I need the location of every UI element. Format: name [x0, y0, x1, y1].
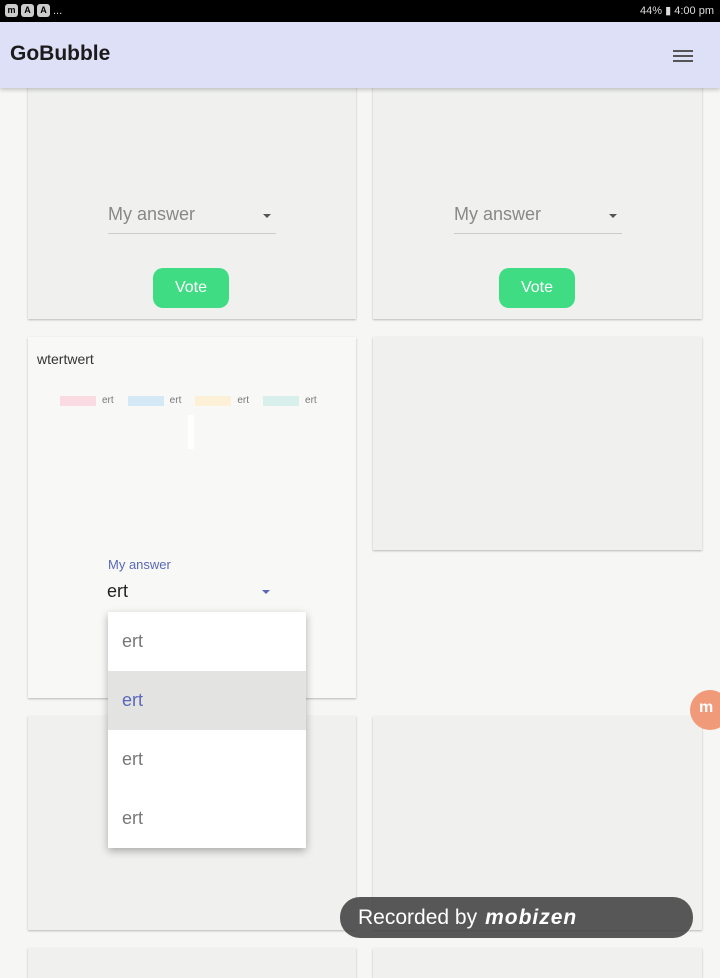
poll-title: wtertwert	[37, 351, 94, 367]
legend-swatch	[195, 395, 232, 406]
legend-label: ert	[305, 395, 317, 406]
app-title: GoBubble	[10, 42, 111, 65]
legend-label: ert	[102, 395, 114, 406]
caret-down-icon	[609, 214, 617, 218]
dropdown-option[interactable]: ert	[108, 671, 306, 730]
poll-card: My answer Vote	[373, 70, 702, 319]
mobizen-logo: mobizen	[485, 906, 578, 929]
answer-select[interactable]: My answer	[454, 200, 622, 234]
app-icon: A	[21, 4, 34, 17]
recording-watermark: Recorded by mobizen	[340, 897, 693, 938]
caret-down-icon	[263, 214, 271, 218]
chart-legend: ert ert ert ert	[60, 395, 317, 406]
dropdown-option[interactable]: ert	[108, 730, 306, 789]
vote-button[interactable]: Vote	[153, 268, 229, 308]
status-bar: m A A... 44% ▮ 4:00 pm	[0, 0, 720, 22]
poll-card	[373, 948, 702, 978]
legend-label: ert	[237, 395, 250, 406]
poll-card: My answer Vote	[28, 70, 356, 319]
watermark-text: Recorded by	[358, 906, 478, 929]
hamburger-icon[interactable]	[673, 47, 693, 63]
chart-area	[188, 415, 194, 449]
legend-swatch	[60, 395, 96, 406]
dropdown-option[interactable]: ert	[108, 612, 306, 671]
vote-button[interactable]: Vote	[499, 268, 575, 308]
caret-down-icon	[262, 590, 270, 594]
answer-label: My answer	[108, 557, 171, 572]
legend-swatch	[127, 395, 164, 406]
answer-dropdown-menu: ert ert ert ert	[108, 612, 306, 848]
mobizen-icon: m	[5, 4, 18, 17]
legend-label: ert	[169, 395, 182, 406]
battery-level: 44%	[640, 5, 663, 17]
poll-card	[28, 948, 356, 978]
overflow-indicator: ...	[53, 4, 63, 17]
dropdown-option[interactable]: ert	[108, 789, 306, 848]
answer-select[interactable]: My answer	[108, 200, 276, 234]
clock: 4:00 pm	[674, 5, 714, 17]
app-icon: A	[37, 4, 50, 17]
poll-card	[373, 337, 702, 550]
answer-select[interactable]: ert	[107, 581, 275, 605]
app-bar: GoBubble	[0, 22, 720, 88]
legend-swatch	[263, 395, 300, 406]
